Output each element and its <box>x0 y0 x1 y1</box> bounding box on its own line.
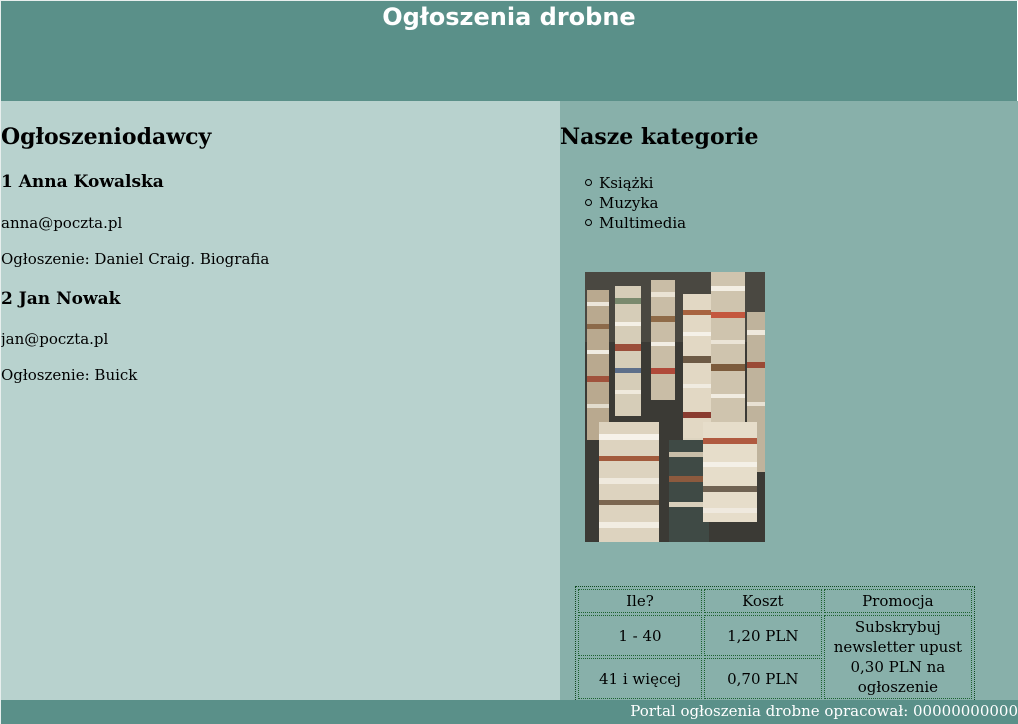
book-stack-9 <box>703 422 757 522</box>
categories-heading: Nasze kategorie <box>560 124 759 150</box>
advertisers-heading: Ogłoszeniodawcy <box>1 124 212 150</box>
table-header-row: Ile? Koszt Promocja <box>578 589 972 613</box>
category-item: Multimedia <box>584 213 686 233</box>
book-stack-1 <box>587 290 609 440</box>
footer-bar: Portal ogłoszenia drobne opracował: 0000… <box>0 700 1018 724</box>
book-stack-7 <box>599 422 659 542</box>
book-stack-2 <box>615 286 641 416</box>
circle-bullet-icon <box>585 219 592 226</box>
book-stack-5 <box>711 272 745 422</box>
frame-left-edge <box>0 0 1 724</box>
category-label: Muzyka <box>599 194 659 212</box>
advertiser-ad: Ogłoszenie: Daniel Craig. Biografia <box>1 250 270 268</box>
table-cell-range: 41 i więcej <box>578 658 702 699</box>
advertiser-ad: Ogłoszenie: Buick <box>1 366 138 384</box>
table-header-cell: Koszt <box>703 589 822 613</box>
book-stack-3 <box>651 280 675 400</box>
advertiser-email: anna@poczta.pl <box>1 214 123 232</box>
advertiser-name: 2 Jan Nowak <box>1 289 121 309</box>
books-photo <box>585 272 765 542</box>
books-stacks-illustration <box>585 272 765 542</box>
table-header-cell: Promocja <box>823 589 972 613</box>
category-label: Książki <box>599 174 654 192</box>
category-label: Multimedia <box>599 214 687 232</box>
category-item: Muzyka <box>584 193 686 213</box>
table-header-cell: Ile? <box>578 589 702 613</box>
page-title: Ogłoszenia drobne <box>382 3 636 31</box>
advertiser-email: jan@poczta.pl <box>1 330 109 348</box>
categories-list: Książki Muzyka Multimedia <box>584 173 686 233</box>
circle-bullet-icon <box>585 199 592 206</box>
circle-bullet-icon <box>585 179 592 186</box>
table-cell-range: 1 - 40 <box>578 615 702 656</box>
pricing-table: Ile? Koszt Promocja 1 - 40 1,20 PLN Subs… <box>575 586 975 702</box>
table-cell-promotion: Subskrybuj newsletter upust 0,30 PLN na … <box>823 615 972 699</box>
table-row: 1 - 40 1,20 PLN Subskrybuj newsletter up… <box>578 615 972 699</box>
header-banner: Ogłoszenia drobne <box>1 1 1017 101</box>
page: Ogłoszenia drobne Ogłoszeniodawcy 1 Anna… <box>0 0 1018 724</box>
categories-panel: Nasze kategorie Książki Muzyka Multimedi… <box>560 101 1018 702</box>
footer-text: Portal ogłoszenia drobne opracował: 0000… <box>630 702 1018 720</box>
table-cell-cost: 0,70 PLN <box>703 658 822 699</box>
category-item: Książki <box>584 173 686 193</box>
advertiser-name: 1 Anna Kowalska <box>1 172 164 192</box>
advertisers-panel: Ogłoszeniodawcy 1 Anna Kowalska anna@poc… <box>1 101 560 700</box>
frame-top-edge <box>0 0 1018 1</box>
table-cell-cost: 1,20 PLN <box>703 615 822 656</box>
